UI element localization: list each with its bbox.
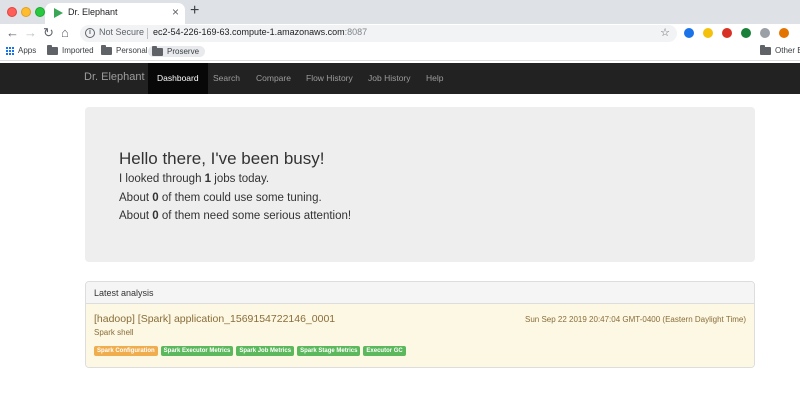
folder-icon <box>101 44 112 55</box>
summary-attention-line: About 0 of them need some serious attent… <box>119 210 351 222</box>
browser-toolbar: ← → ↻ ⌂ i Not Secure ec2-54-226-169-63.c… <box>0 24 800 43</box>
bookmark-star-icon[interactable]: ☆ <box>660 26 670 40</box>
job-title-link[interactable]: [hadoop] [Spark] application_15691547221… <box>94 313 335 325</box>
maximize-window-button[interactable] <box>35 7 45 17</box>
bookmark-label: Apps <box>18 46 37 55</box>
url-host: ec2-54-226-169-63.compute-1.amazonaws.co… <box>153 27 345 37</box>
text: jobs today. <box>211 173 270 185</box>
reload-icon[interactable]: ↻ <box>43 25 54 41</box>
nav-help[interactable]: Help <box>417 63 452 94</box>
home-icon[interactable]: ⌂ <box>61 25 69 41</box>
bookmarks-bar: Apps Imported Personal Proserve Other B <box>0 43 800 61</box>
text: of them need some serious attention! <box>158 210 352 222</box>
summary-tuning-line: About 0 of them could use some tuning. <box>119 192 322 204</box>
bookmark-personal[interactable]: Personal <box>101 44 148 55</box>
panel-title: Latest analysis <box>94 288 154 298</box>
browser-tab[interactable]: Dr. Elephant × <box>45 3 185 24</box>
text: About <box>119 192 153 204</box>
folder-icon <box>152 45 163 56</box>
nav-job-history[interactable]: Job History <box>359 63 420 94</box>
summary-heading: Hello there, I've been busy! <box>119 149 325 168</box>
bookmark-proserve[interactable]: Proserve <box>148 45 206 57</box>
bookmark-label: Other B <box>775 46 800 55</box>
heuristic-label[interactable]: Spark Executor Metrics <box>160 346 234 356</box>
bookmark-other[interactable]: Other B <box>760 44 800 55</box>
url-text[interactable]: ec2-54-226-169-63.compute-1.amazonaws.co… <box>153 27 367 37</box>
text: I looked through <box>119 173 205 185</box>
job-timestamp: Sun Sep 22 2019 20:47:04 GMT-0400 (Easte… <box>524 315 746 324</box>
extension-icon[interactable] <box>684 28 694 38</box>
tab-close-icon[interactable]: × <box>172 5 179 19</box>
tab-title: Dr. Elephant <box>68 7 118 17</box>
nav-flow-history[interactable]: Flow History <box>297 63 362 94</box>
folder-icon <box>760 44 771 55</box>
summary-jumbotron: Hello there, I've been busy! I looked th… <box>85 107 755 262</box>
browser-tab-bar: Dr. Elephant × + <box>0 0 800 24</box>
bookmark-label: Personal <box>116 46 148 55</box>
panel-header: Latest analysis <box>86 282 754 304</box>
latest-analysis-panel: Latest analysis [hadoop] [Spark] applica… <box>85 281 755 368</box>
summary-jobs-line: I looked through 1 jobs today. <box>119 173 269 185</box>
bookmark-apps[interactable]: Apps <box>6 46 36 55</box>
apps-grid-icon <box>6 46 14 55</box>
close-window-button[interactable] <box>7 7 17 17</box>
heuristic-label[interactable]: Executor GC <box>363 346 406 356</box>
text: of them could use some tuning. <box>158 192 322 204</box>
extension-icon[interactable] <box>722 28 732 38</box>
play-icon <box>54 8 63 18</box>
extension-icon[interactable] <box>779 28 789 38</box>
brand-link[interactable]: Dr. Elephant <box>84 71 145 83</box>
divider <box>147 28 148 39</box>
info-icon[interactable]: i <box>85 28 95 38</box>
nav-dashboard[interactable]: Dashboard <box>148 63 208 94</box>
forward-icon[interactable]: → <box>24 25 37 41</box>
heuristic-label[interactable]: Spark Configuration <box>94 346 158 356</box>
bookmark-label: Proserve <box>167 47 200 56</box>
job-name: Spark shell <box>94 328 134 337</box>
analysis-item[interactable]: [hadoop] [Spark] application_15691547221… <box>86 304 754 367</box>
security-indicator[interactable]: Not Secure <box>99 27 144 37</box>
text: About <box>119 210 153 222</box>
bookmark-imported[interactable]: Imported <box>47 44 94 55</box>
heuristic-label[interactable]: Spark Stage Metrics <box>297 346 361 356</box>
minimize-window-button[interactable] <box>21 7 31 17</box>
back-icon[interactable]: ← <box>6 25 19 41</box>
heuristic-labels: Spark Configuration Spark Executor Metric… <box>94 346 406 356</box>
extension-icon[interactable] <box>760 28 770 38</box>
app-navbar: Dr. Elephant Dashboard Search Compare Fl… <box>0 63 800 94</box>
extension-icon[interactable] <box>703 28 713 38</box>
nav-compare[interactable]: Compare <box>247 63 300 94</box>
address-bar[interactable]: i Not Secure ec2-54-226-169-63.compute-1… <box>80 25 677 42</box>
nav-search[interactable]: Search <box>204 63 249 94</box>
url-port: :8087 <box>344 27 368 37</box>
extension-icon[interactable] <box>741 28 751 38</box>
bookmark-label: Imported <box>62 46 94 55</box>
heuristic-label[interactable]: Spark Job Metrics <box>236 346 295 356</box>
folder-icon <box>47 44 58 55</box>
new-tab-button[interactable]: + <box>190 2 199 20</box>
